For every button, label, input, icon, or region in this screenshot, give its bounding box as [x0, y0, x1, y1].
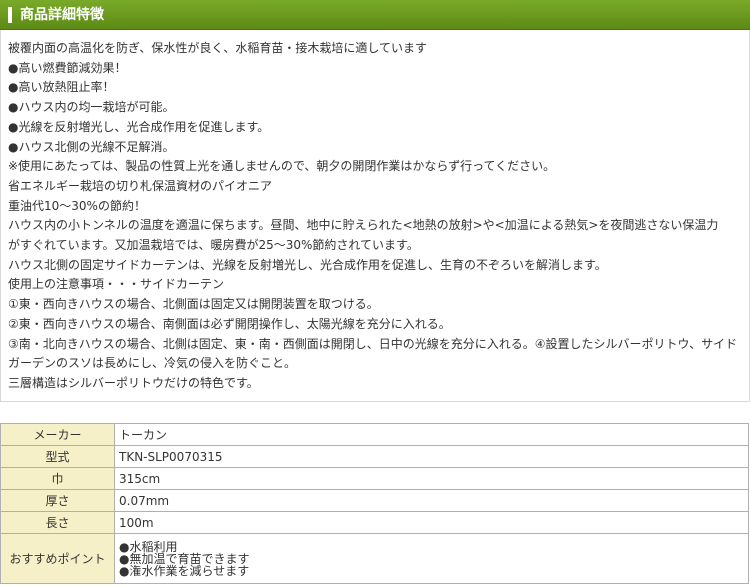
spec-row: 長さ 100m	[0, 511, 749, 534]
spec-label: おすすめポイント	[0, 533, 115, 584]
description-line: ①東・西向きハウスの場合、北側面は固定又は開閉装置を取つける。	[8, 297, 379, 312]
spec-label: メーカー	[0, 423, 115, 446]
description-line: 省エネルギー栽培の切り札保温資材のパイオニア	[8, 178, 273, 193]
spec-label: 型式	[0, 445, 115, 468]
description-line: ●光線を反射増光し、光合成作用を促進します。	[8, 119, 270, 134]
description-line: ②東・西向きハウスの場合、南側面は必ず開閉操作し、太陽光線を充分に入れる。	[8, 316, 451, 331]
spec-label: 厚さ	[0, 489, 115, 512]
description-text: 被覆内面の高温化を防ぎ、保水性が良く、水稲育苗・接木栽培に適しています ●高い燃費…	[8, 39, 742, 394]
description-line: ●高い放熱阻止率！	[8, 80, 115, 95]
spec-value: TKN-SLP0070315	[114, 445, 749, 468]
description-line: ●ハウス北側の光線不足解消。	[8, 139, 175, 154]
description-line: 三層構造はシルバーポリトウだけの特色です。	[8, 375, 259, 390]
section-header: 商品詳細特徴	[0, 0, 750, 30]
spec-value: 315cm	[114, 467, 749, 490]
spec-value: ●水稲利用 ●無加温で育苗できます ●潅水作業を減らせます	[114, 533, 749, 584]
spec-row: 型式 TKN-SLP0070315	[0, 445, 749, 468]
spec-row: メーカー トーカン	[0, 423, 749, 446]
spec-label: 巾	[0, 467, 115, 490]
section-title: 商品詳細特徴	[20, 7, 104, 23]
point-item: ●無加温で育苗できます	[119, 551, 250, 566]
point-item: ●潅水作業を減らせます	[119, 563, 250, 578]
description-line: ガーデンのスソは長めにし、冷気の侵入を防ぐこと。	[8, 356, 297, 371]
spec-label: 長さ	[0, 511, 115, 534]
spec-row: 巾 315cm	[0, 467, 749, 490]
point-item: ●水稲利用	[119, 539, 178, 554]
points-list: ●水稲利用 ●無加温で育苗できます ●潅水作業を減らせます	[119, 541, 744, 577]
spec-row: 厚さ 0.07mm	[0, 489, 749, 512]
description-line: 重油代10～30%の節約！	[8, 198, 146, 213]
description-line: ●高い燃費節減効果！	[8, 60, 127, 75]
description-box: 被覆内面の高温化を防ぎ、保水性が良く、水稲育苗・接木栽培に適しています ●高い燃費…	[0, 30, 750, 402]
description-line: 被覆内面の高温化を防ぎ、保水性が良く、水稲育苗・接木栽培に適しています	[8, 41, 428, 55]
spec-value: トーカン	[114, 423, 749, 446]
description-line: ③南・北向きハウスの場合、北側は固定、東・南・西側面は開閉し、日中の光線を充分に…	[8, 336, 738, 351]
description-line: ●ハウス内の均一栽培が可能。	[8, 100, 175, 115]
description-line: 使用上の注意事項・・・サイドカーテン	[8, 277, 225, 292]
description-line: ※使用にあたっては、製品の性質上光を通しませんので、朝夕の開閉作業はかならず行っ…	[8, 159, 556, 174]
spec-table: メーカー トーカン 型式 TKN-SLP0070315 巾 315cm 厚さ 0…	[0, 423, 749, 584]
description-line: ハウス北側の固定サイドカーテンは、光線を反射増光し、光合成作用を促進し、生育の不…	[8, 257, 607, 272]
spec-row-points: おすすめポイント ●水稲利用 ●無加温で育苗できます ●潅水作業を減らせます	[0, 533, 749, 584]
header-accent-bar	[8, 7, 12, 23]
spec-value: 0.07mm	[114, 489, 749, 512]
description-line: がすぐれています。又加温栽培では、暖房費が25～30%節約されています。	[8, 238, 419, 253]
spec-value: 100m	[114, 511, 749, 534]
description-line: ハウス内の小トンネルの温度を適温に保ちます。昼間、地中に貯えられた<地熱の放射>…	[8, 218, 719, 233]
